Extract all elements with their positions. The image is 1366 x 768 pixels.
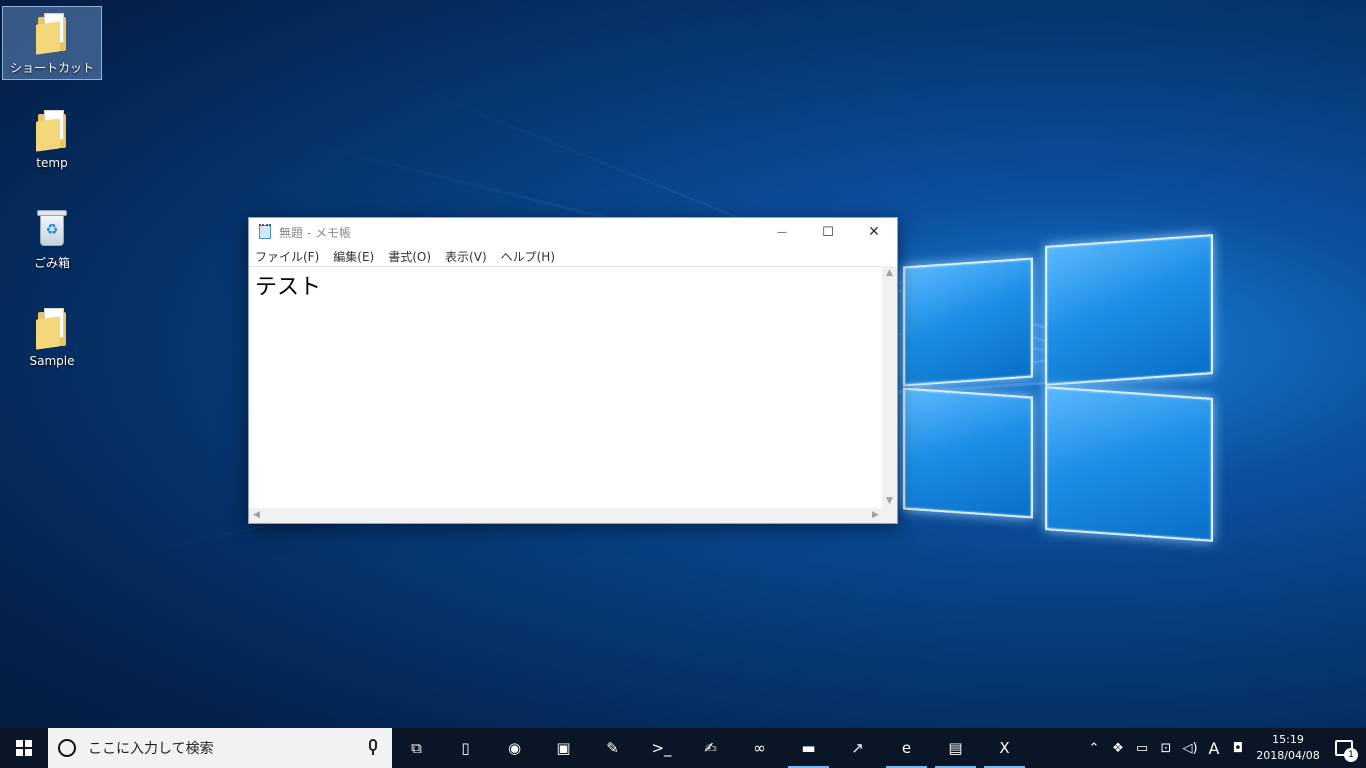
taskbar-app-excel[interactable]: X [980,728,1029,768]
security-app-icon: ▣ [556,739,571,757]
close-icon: ✕ [868,224,880,240]
taskbar-app-paint[interactable]: ✎ [588,728,637,768]
cortana-icon [58,739,76,757]
scroll-up-icon[interactable]: ▲ [882,266,897,281]
visual-studio-icon: ∞ [753,739,766,757]
taskbar-app-task-view[interactable]: ⧉ [392,728,441,768]
input-method-icon[interactable]: ◘ [1226,728,1250,768]
maximize-icon: ☐ [822,224,834,240]
menu-bar: ファイル(F) 編集(E) 書式(O) 表示(V) ヘルプ(H) [249,246,897,266]
taskbar-app-security-app[interactable]: ▣ [539,728,588,768]
scroll-down-icon[interactable]: ▼ [882,494,897,509]
internet-explorer-icon: e [901,739,912,757]
action-center-button[interactable]: 1 [1322,728,1366,768]
maximize-button[interactable]: ☐ [805,218,851,246]
menu-help[interactable]: ヘルプ(H) [501,248,555,265]
menu-format[interactable]: 書式(O) [388,248,431,265]
desktop-icon-shortcut[interactable]: ショートカット [2,6,102,80]
desktop-icon-label: Sample [29,354,75,368]
menu-file[interactable]: ファイル(F) [255,248,319,265]
taskbar-app-signing-tool[interactable]: ✍ [686,728,735,768]
volume-icon[interactable]: ◁) [1178,728,1202,768]
minimize-button[interactable]: — [759,218,805,246]
clock[interactable]: 15:19 2018/04/08 [1254,732,1322,764]
recycle-bin-icon: ♻ [34,208,70,248]
taskbar-app-chrome[interactable]: ◉ [490,728,539,768]
shortcut-folder-icon [36,13,68,55]
window-title: 無題 - メモ帳 [279,225,351,240]
pinned-apps: ⧉ ▯ ◉ ▣ ✎ >_ ✍ ∞ ▬ ↗ e ▤ X [392,728,1029,768]
folder-icon [36,110,68,152]
search-placeholder: ここに入力して検索 [88,741,214,757]
dropbox-icon[interactable]: ❖ [1106,728,1130,768]
resize-grip[interactable] [882,508,897,523]
windows-start-icon [16,740,32,756]
chart-app-icon: ↗ [851,739,864,757]
taskbar: ここに入力して検索 ⧉ ▯ ◉ ▣ ✎ >_ ✍ ∞ ▬ ↗ e ▤ X ⌃ ❖ ▭ ⊡ ◁) A ◘ … [0,728,1366,768]
battery-icon[interactable]: ▭ [1130,728,1154,768]
microphone-icon[interactable] [368,739,378,757]
desktop-icon-recycle-bin[interactable]: ♻ ごみ箱 [2,202,102,276]
notepad-icon: ▤ [948,739,963,757]
desktop-icon-label: ショートカット [9,61,94,75]
signing-tool-icon: ✍ [704,739,717,757]
show-hidden-icons-icon[interactable]: ⌃ [1082,728,1106,768]
desktop-icon-label: temp [36,156,68,170]
notepad-icon [257,224,273,240]
desktop-icon-sample[interactable]: Sample [2,302,102,376]
vertical-scrollbar[interactable]: ▲ ▼ [882,266,897,509]
desktop-icon-temp[interactable]: temp [2,104,102,178]
task-view-icon: ⧉ [411,739,422,757]
system-tray: ⌃ ❖ ▭ ⊡ ◁) A ◘ 15:19 2018/04/08 1 [1082,728,1366,768]
search-box[interactable]: ここに入力して検索 [48,728,392,768]
taskbar-app-visual-studio[interactable]: ∞ [735,728,784,768]
text-editor[interactable]: テスト [249,266,883,509]
taskbar-app-chart-app[interactable]: ↗ [833,728,882,768]
network-icon[interactable]: ⊡ [1154,728,1178,768]
file-explorer-icon: ▬ [801,739,816,757]
title-bar[interactable]: 無題 - メモ帳 — ☐ ✕ [249,218,897,246]
command-prompt-icon: >_ [651,739,672,757]
paint-icon: ✎ [606,739,619,757]
taskbar-app-internet-explorer[interactable]: e [882,728,931,768]
folder-icon [36,308,68,350]
notepad-window: 無題 - メモ帳 — ☐ ✕ ファイル(F) 編集(E) 書式(O) 表示(V)… [248,217,898,524]
chrome-icon: ◉ [507,739,522,757]
taskbar-app-command-prompt[interactable]: >_ [637,728,686,768]
close-button[interactable]: ✕ [851,218,897,246]
start-button[interactable] [0,728,48,768]
scroll-left-icon[interactable]: ◀ [249,508,264,523]
menu-view[interactable]: 表示(V) [445,248,487,265]
taskbar-app-blank-document[interactable]: ▯ [441,728,490,768]
taskbar-app-notepad[interactable]: ▤ [931,728,980,768]
taskbar-app-file-explorer[interactable]: ▬ [784,728,833,768]
minimize-icon: — [777,226,787,238]
scroll-right-icon[interactable]: ▶ [868,508,883,523]
ime-indicator[interactable]: A [1202,728,1226,768]
blank-document-icon: ▯ [461,739,470,757]
notification-count: 1 [1344,748,1358,762]
horizontal-scrollbar[interactable]: ◀ ▶ [249,508,883,523]
desktop-icon-label: ごみ箱 [33,256,70,270]
clock-time: 15:19 [1272,733,1304,746]
clock-date: 2018/04/08 [1256,749,1320,762]
excel-icon: X [999,739,1010,757]
menu-edit[interactable]: 編集(E) [333,248,374,265]
